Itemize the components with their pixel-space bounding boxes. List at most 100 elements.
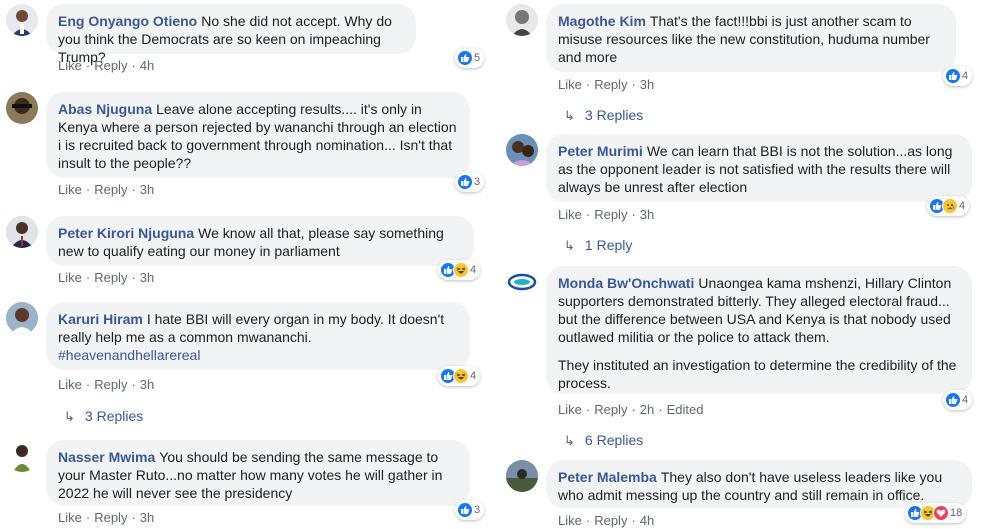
reaction-count: 5 — [474, 52, 481, 64]
avatar[interactable] — [506, 266, 538, 298]
reaction-summary[interactable]: 18 — [905, 503, 967, 523]
reply-link[interactable]: Reply — [594, 402, 627, 417]
comment-author[interactable]: Magothe Kim — [558, 13, 646, 29]
reaction-summary[interactable]: 3 — [455, 172, 485, 192]
like-reaction-icon — [457, 50, 473, 66]
comment-author[interactable]: Karuri Hiram — [58, 311, 143, 327]
timestamp[interactable]: 3h — [140, 377, 154, 392]
edited-label[interactable]: Edited — [667, 402, 704, 417]
reply-link[interactable]: Reply — [94, 377, 127, 392]
reaction-summary[interactable]: 4 — [438, 260, 481, 280]
comments-column-left: Eng Onyango Otieno No she did not accept.… — [0, 0, 498, 525]
comment-bubble: Karuri Hiram I hate BBI will every organ … — [46, 302, 470, 370]
timestamp[interactable]: 3h — [140, 510, 154, 525]
replies-count: 6 Replies — [584, 432, 644, 448]
haha-reaction-icon — [453, 368, 469, 384]
comment-actions: Like · Reply · 3h — [58, 182, 155, 197]
reaction-count: 18 — [950, 507, 963, 519]
reply-link[interactable]: Reply — [594, 513, 627, 528]
like-link[interactable]: Like — [58, 58, 82, 73]
reaction-summary[interactable]: 4 — [943, 390, 973, 410]
like-link[interactable]: Like — [58, 182, 82, 197]
comment-actions: Like · Reply · 3h — [58, 510, 155, 525]
reaction-summary[interactable]: 5 — [455, 48, 485, 68]
comment-author[interactable]: Peter Kirori Njuguna — [58, 225, 194, 241]
reaction-count: 4 — [470, 370, 477, 382]
comment-bubble: Peter Malemba They also don't have useles… — [546, 460, 972, 508]
like-link[interactable]: Like — [58, 270, 82, 285]
reply-link[interactable]: Reply — [94, 510, 127, 525]
comments-column-right: Magothe Kim That's the fact!!!bbi is just… — [500, 0, 1000, 528]
comment-bubble: Peter Kirori Njuguna We know all that, pl… — [46, 216, 474, 266]
timestamp[interactable]: 3h — [640, 207, 654, 222]
like-link[interactable]: Like — [558, 207, 582, 222]
comment-actions: Like · Reply · 3h — [558, 77, 655, 92]
comment-text-paragraph: They instituted an investigation to dete… — [558, 357, 957, 391]
replies-count: 1 Reply — [584, 237, 633, 253]
hashtag-link[interactable]: #heavenandhellarereal — [58, 346, 458, 364]
comment-bubble: Abas Njuguna Leave alone accepting result… — [46, 92, 470, 178]
reply-link[interactable]: Reply — [594, 77, 627, 92]
timestamp[interactable]: 2h — [640, 402, 654, 417]
sad-reaction-icon — [942, 198, 958, 214]
reply-arrow-icon: ↳ — [64, 409, 75, 424]
avatar[interactable] — [506, 460, 538, 492]
comment-actions: Like · Reply · 3h — [58, 270, 155, 285]
comment-actions: Like · Reply · 3h — [58, 377, 155, 392]
reply-link[interactable]: Reply — [94, 270, 127, 285]
comment-author[interactable]: Peter Malemba — [558, 469, 657, 485]
reply-arrow-icon: ↳ — [564, 238, 575, 253]
avatar[interactable] — [506, 134, 538, 166]
like-reaction-icon — [945, 392, 961, 408]
view-replies-link[interactable]: ↳ 3 Replies — [64, 407, 143, 425]
view-replies-link[interactable]: ↳ 6 Replies — [564, 431, 643, 449]
avatar[interactable] — [6, 440, 38, 472]
avatar[interactable] — [6, 92, 38, 124]
comment-actions: Like · Reply · 3h — [558, 207, 655, 222]
view-replies-link[interactable]: ↳ 1 Reply — [564, 236, 632, 254]
comment-author[interactable]: Peter Murimi — [558, 143, 643, 159]
comment-actions: Like · Reply · 4h — [558, 513, 655, 528]
reaction-count: 4 — [470, 264, 477, 276]
like-link[interactable]: Like — [58, 510, 82, 525]
like-link[interactable]: Like — [558, 513, 582, 528]
like-link[interactable]: Like — [558, 402, 582, 417]
comment-bubble: Peter Murimi We can learn that BBI is not… — [546, 134, 972, 202]
like-reaction-icon — [457, 502, 473, 518]
timestamp[interactable]: 3h — [140, 270, 154, 285]
reaction-count: 3 — [474, 176, 481, 188]
reply-arrow-icon: ↳ — [564, 433, 575, 448]
like-link[interactable]: Like — [58, 377, 82, 392]
reaction-summary[interactable]: 4 — [943, 66, 973, 86]
comment-author[interactable]: Eng Onyango Otieno — [58, 13, 197, 29]
haha-reaction-icon — [453, 262, 469, 278]
avatar[interactable] — [506, 4, 538, 36]
timestamp[interactable]: 3h — [140, 182, 154, 197]
timestamp[interactable]: 4h — [640, 513, 654, 528]
like-link[interactable]: Like — [558, 77, 582, 92]
timestamp[interactable]: 4h — [140, 58, 154, 73]
comment-author[interactable]: Abas Njuguna — [58, 101, 152, 117]
reply-arrow-icon: ↳ — [564, 108, 575, 123]
reaction-summary[interactable]: 4 — [927, 196, 970, 216]
comment-actions: Like · Reply · 2h · Edited — [558, 402, 704, 417]
avatar[interactable] — [6, 216, 38, 248]
comment-bubble: Magothe Kim That's the fact!!!bbi is just… — [546, 4, 956, 72]
avatar[interactable] — [6, 4, 38, 36]
reply-link[interactable]: Reply — [594, 207, 627, 222]
love-reaction-icon — [933, 505, 949, 521]
replies-count: 3 Replies — [84, 408, 144, 424]
comment-bubble: Eng Onyango Otieno No she did not accept.… — [46, 4, 416, 65]
reply-link[interactable]: Reply — [94, 58, 127, 73]
reaction-summary[interactable]: 4 — [438, 366, 481, 386]
timestamp[interactable]: 3h — [640, 77, 654, 92]
like-reaction-icon — [945, 68, 961, 84]
comment-author[interactable]: Monda Bw'Onchwati — [558, 275, 694, 291]
like-reaction-icon — [457, 174, 473, 190]
reply-link[interactable]: Reply — [94, 182, 127, 197]
view-replies-link[interactable]: ↳ 3 Replies — [564, 106, 643, 124]
comment-author[interactable]: Nasser Mwima — [58, 449, 155, 465]
avatar[interactable] — [6, 302, 38, 334]
reaction-count: 4 — [962, 70, 969, 82]
reaction-summary[interactable]: 3 — [455, 500, 485, 520]
